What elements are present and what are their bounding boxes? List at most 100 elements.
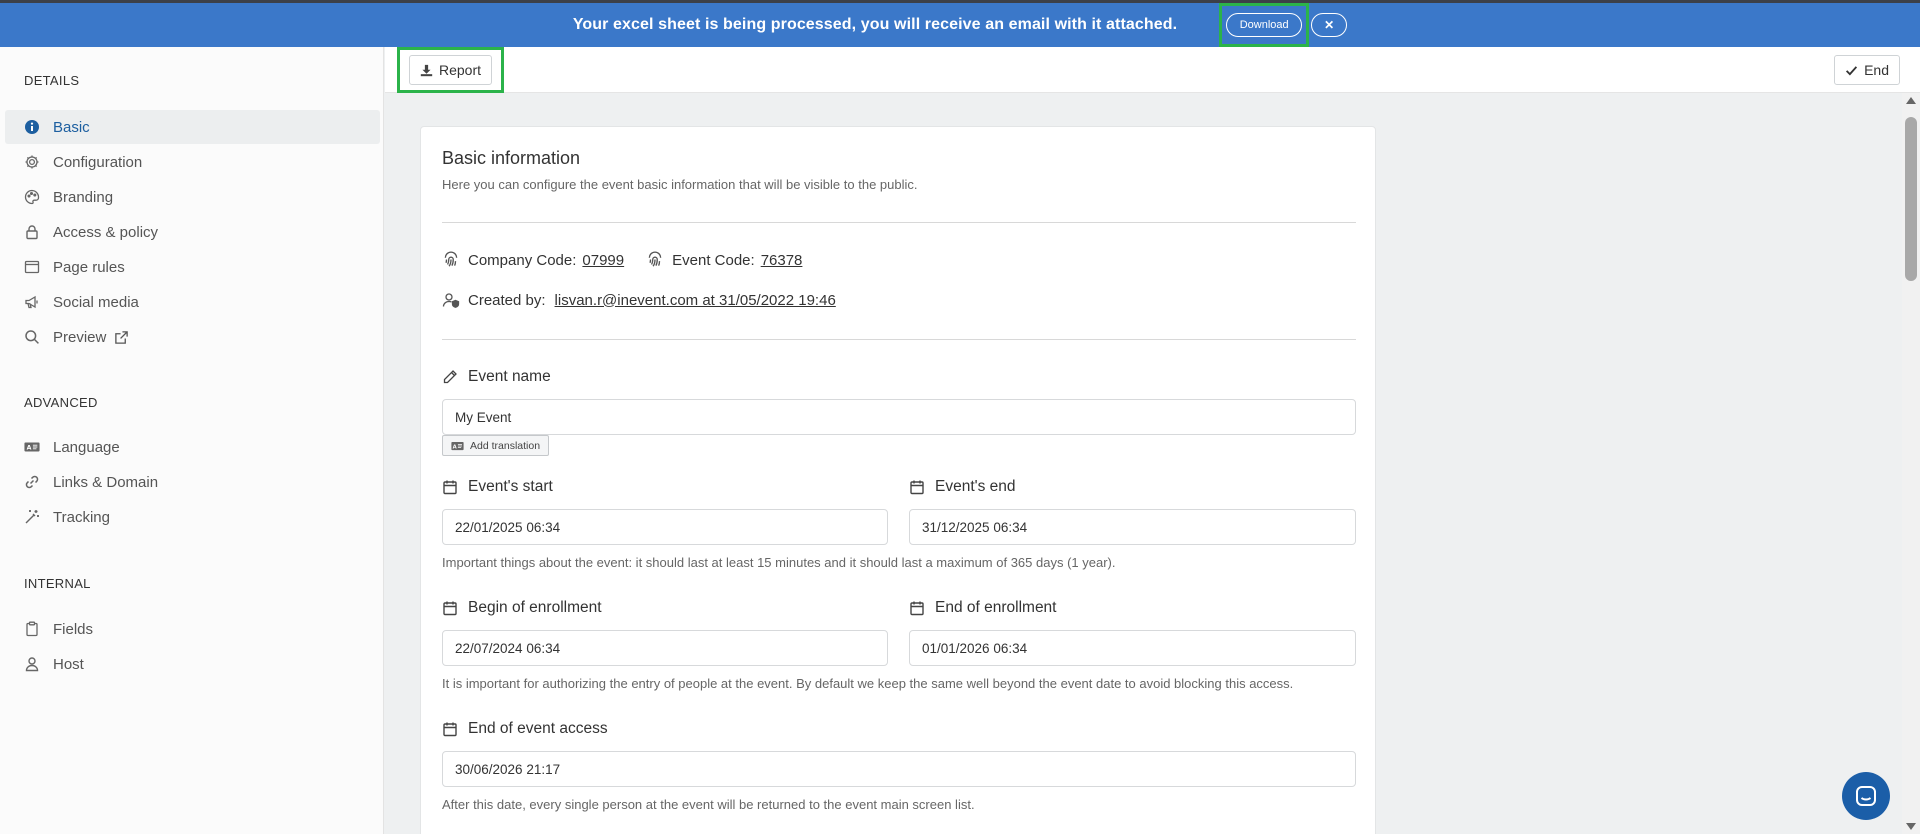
enroll-hint: It is important for authorizing the entr… (442, 676, 1294, 691)
event-start-label: Event's start (468, 478, 553, 495)
wand-icon (23, 508, 41, 526)
created-by-label: Created by: (468, 291, 546, 309)
report-label: Report (438, 62, 482, 78)
sidebar-item-access-policy[interactable]: Access & policy (5, 215, 380, 249)
sidebar-item-label: Branding (53, 188, 114, 206)
access-end-label-row: End of event access (442, 720, 608, 738)
event-start-label-row: Event's start (442, 478, 553, 496)
sidebar-item-label: Links & Domain (53, 473, 159, 491)
user-icon (23, 655, 41, 673)
sidebar-item-links-domain[interactable]: Links & Domain (5, 465, 380, 499)
event-end-input[interactable]: 31/12/2025 06:34 (909, 509, 1356, 545)
sidebar-item-label: Basic (53, 118, 90, 136)
sidebar-item-social-media[interactable]: Social media (5, 285, 380, 319)
external-link-icon (114, 330, 129, 345)
download-icon (420, 64, 433, 76)
enroll-begin-input[interactable]: 22/07/2024 06:34 (442, 630, 888, 666)
section-title-advanced: ADVANCED (24, 395, 98, 410)
sidebar-item-basic[interactable]: Basic (5, 110, 380, 144)
pencil-icon (443, 370, 457, 384)
close-banner-button[interactable]: ✕ (1311, 13, 1348, 37)
add-translation-label: Add translation (470, 439, 541, 452)
enroll-end-label-row: End of enrollment (909, 599, 1057, 617)
access-end-input[interactable]: 30/06/2026 21:17 (442, 751, 1356, 787)
card-title: Basic information (442, 148, 581, 168)
section-title-internal: INTERNAL (24, 576, 91, 591)
enroll-end-input[interactable]: 01/01/2026 06:34 (909, 630, 1356, 666)
basic-info-card: Basic information Here you can configure… (420, 126, 1376, 834)
sidebar-item-page-rules[interactable]: Page rules (5, 250, 380, 284)
lock-icon (23, 223, 41, 241)
sidebar-item-label: Tracking (53, 508, 110, 526)
calendar-icon (910, 601, 924, 616)
language-icon: A (451, 441, 464, 450)
event-name-input[interactable]: My Event (442, 399, 1356, 435)
access-end-label: End of event access (468, 720, 608, 737)
sidebar-item-label: Access & policy (53, 223, 159, 241)
fingerprint-icon (444, 251, 458, 267)
sidebar-item-label: Preview (53, 328, 107, 346)
language-icon: A (23, 438, 41, 456)
add-translation-button[interactable]: A Add translation (442, 435, 550, 456)
link-icon (23, 473, 41, 491)
section-title-details: DETAILS (24, 73, 80, 88)
company-code-label: Company Code: (468, 251, 577, 269)
event-dates-hint: Important things about the event: it sho… (442, 555, 1116, 570)
event-code-label: Event Code: (672, 251, 755, 269)
info-icon (23, 118, 41, 136)
sidebar-item-label: Page rules (53, 258, 125, 276)
gear-icon (23, 153, 41, 171)
fingerprint-icon (648, 251, 662, 267)
scrollbar-thumb[interactable] (1905, 117, 1917, 281)
sidebar-item-label: Language (53, 438, 120, 456)
sidebar-item-branding[interactable]: Branding (5, 180, 380, 214)
download-button[interactable]: Download (1226, 13, 1303, 37)
end-button[interactable]: End (1834, 55, 1900, 85)
clipboard-icon (23, 620, 41, 638)
access-hint: After this date, every single person at … (442, 797, 975, 812)
sidebar-item-language[interactable]: A Language (5, 430, 380, 464)
sidebar-item-label: Host (53, 655, 84, 673)
sidebar-item-host[interactable]: Host (5, 647, 380, 681)
scrollbar[interactable] (1902, 93, 1920, 834)
event-end-label-row: Event's end (909, 478, 1016, 496)
company-code-link[interactable]: 07999 (582, 252, 624, 269)
event-end-label: Event's end (935, 478, 1016, 495)
megaphone-icon (23, 293, 41, 311)
event-start-input[interactable]: 22/01/2025 06:34 (442, 509, 888, 545)
sidebar-item-label: Configuration (53, 153, 143, 171)
sidebar-item-preview[interactable]: Preview (5, 320, 380, 354)
calendar-icon (443, 480, 457, 495)
check-icon (1846, 65, 1858, 75)
notification-banner: Your excel sheet is being processed, you… (0, 3, 1920, 47)
enroll-begin-label: Begin of enrollment (468, 599, 602, 616)
report-button[interactable]: Report (408, 55, 493, 85)
event-name-label-row: Event name (442, 368, 551, 386)
sidebar-item-configuration[interactable]: Configuration (5, 145, 380, 179)
scroll-up-arrow[interactable] (1906, 97, 1916, 104)
enroll-end-label: End of enrollment (935, 599, 1057, 616)
created-by-link[interactable]: lisvan.r@inevent.com at 31/05/2022 19:46 (555, 292, 836, 309)
calendar-icon (443, 601, 457, 616)
window-icon (23, 258, 41, 276)
chat-launcher-button[interactable] (1842, 772, 1890, 820)
sidebar-item-label: Social media (53, 293, 139, 311)
report-highlight: Report (397, 47, 504, 93)
calendar-icon (443, 722, 457, 737)
sidebar-item-fields[interactable]: Fields (5, 612, 380, 646)
card-subtitle: Here you can configure the event basic i… (442, 177, 918, 192)
chat-icon (1856, 786, 1876, 806)
codes-row: Company Code: 07999 Event Code: 76378 (442, 251, 802, 269)
toolbar: Report End (385, 47, 1920, 93)
divider (442, 222, 1356, 223)
event-code-link[interactable]: 76378 (761, 252, 803, 269)
sidebar-item-tracking[interactable]: Tracking (5, 500, 380, 534)
event-name-label: Event name (468, 368, 551, 385)
calendar-icon (910, 480, 924, 495)
scroll-down-arrow[interactable] (1906, 823, 1916, 830)
palette-icon (23, 188, 41, 206)
end-label: End (1864, 62, 1889, 78)
created-by-row: Created by: lisvan.r@inevent.com at 31/0… (442, 291, 836, 309)
sidebar: DETAILS Basic Configuration Branding Acc… (0, 47, 384, 834)
svg-text:A: A (27, 445, 32, 452)
